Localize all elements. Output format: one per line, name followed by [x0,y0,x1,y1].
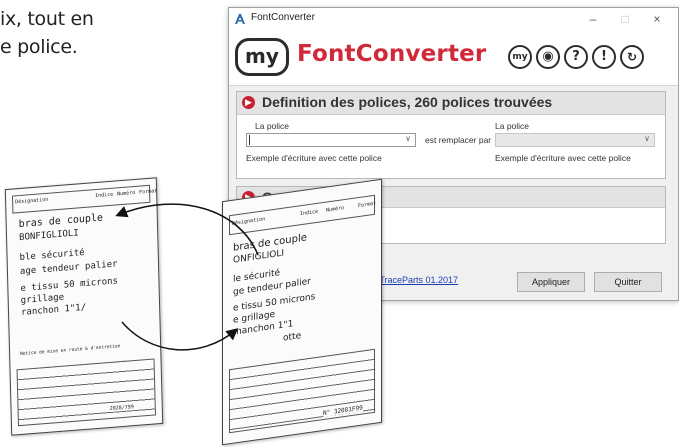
arrow-bottom [121,321,239,351]
conversion-arrows [115,203,259,351]
arrow-top [115,203,259,256]
